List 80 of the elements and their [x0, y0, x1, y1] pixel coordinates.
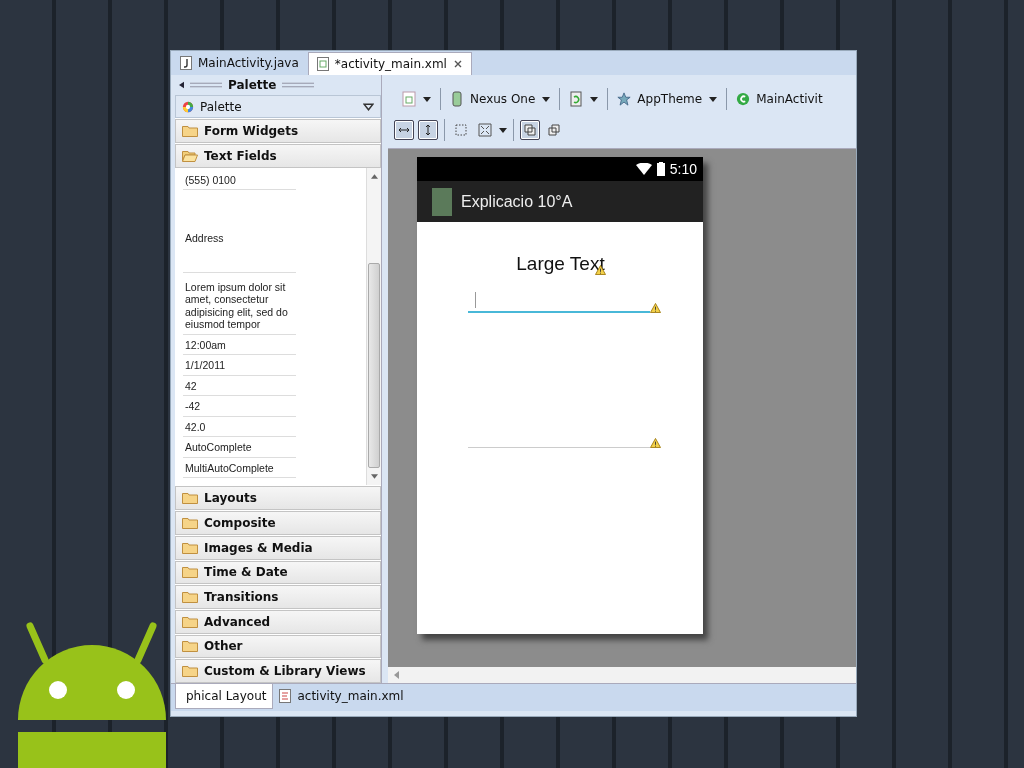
editor-tab[interactable]: MainActivity.java [171, 51, 308, 75]
folder-icon [182, 541, 198, 554]
device-dropdown[interactable]: Nexus One [450, 91, 536, 107]
palette-category[interactable]: Transitions [175, 585, 381, 609]
caret-icon[interactable] [423, 96, 431, 102]
palette-category[interactable]: Custom & Library Views [175, 659, 381, 684]
star-icon [617, 91, 632, 107]
palette-category[interactable]: Layouts [175, 486, 381, 511]
photo-placeholder [432, 187, 452, 216]
folder-icon [182, 566, 198, 579]
editor-mode-tab[interactable]: activity_main.xml [273, 684, 410, 708]
overlapping-squares-icon [547, 123, 561, 137]
folder-icon [182, 640, 198, 653]
palette-category[interactable]: Time & Date [175, 560, 381, 585]
expand-toggle[interactable] [520, 120, 540, 140]
collapse-arrow-icon[interactable] [179, 80, 184, 89]
text-input-field[interactable] [468, 289, 650, 313]
large-text[interactable]: Large Text [516, 253, 605, 275]
palette-dropdown[interactable]: Palette [175, 94, 381, 119]
close-icon[interactable] [452, 59, 463, 69]
folder-icon [182, 591, 198, 604]
horizontal-scrollbar[interactable] [388, 667, 856, 683]
palette-category[interactable]: Form Widgets [175, 119, 381, 144]
dashed-square-icon [454, 123, 468, 137]
theme-dropdown[interactable]: AppTheme [617, 91, 703, 107]
palette-widget[interactable]: (555) 0100 [183, 169, 296, 191]
folder-icon [182, 665, 198, 678]
color-wheel-icon [182, 99, 194, 114]
scroll-left-icon[interactable] [394, 671, 399, 679]
scroll-thumb[interactable] [368, 263, 380, 469]
folder-icon [182, 516, 198, 529]
zoom-fit-toggle[interactable] [475, 120, 495, 140]
palette-widget[interactable]: 42 [183, 375, 296, 397]
palette-category[interactable]: Text Fields [175, 144, 381, 168]
overlapping-squares-icon [523, 123, 537, 137]
palette-category[interactable]: Other [175, 634, 381, 659]
palette-widget[interactable]: 12:00am [183, 334, 296, 356]
warning-icon [650, 438, 661, 448]
grip-icon [190, 81, 222, 88]
palette-category[interactable]: Images & Media [175, 535, 381, 560]
palette-widget[interactable]: AutoComplete [183, 437, 296, 458]
palette-category[interactable]: Advanced [175, 609, 381, 634]
zoom-fit-icon [478, 123, 492, 137]
layout-file-icon [316, 57, 329, 71]
palette-category[interactable]: Composite [175, 511, 381, 535]
class-icon [736, 91, 751, 107]
battery-icon [656, 162, 665, 176]
editor-tab[interactable]: *activity_main.xml [307, 52, 472, 75]
grip-icon [282, 81, 315, 88]
dropdown-arrow-icon [363, 102, 374, 111]
app-title: Explicacio 10°A [461, 192, 573, 211]
caret-icon[interactable] [499, 127, 507, 133]
palette-widget[interactable]: 42.0 [183, 416, 296, 438]
folder-icon [182, 615, 198, 628]
wifi-icon [635, 163, 652, 175]
folder-icon [182, 125, 198, 138]
scroll-down-icon[interactable] [370, 474, 378, 480]
palette-widget[interactable]: MultiAutoComplete [183, 457, 296, 479]
palette-widget[interactable]: Lorem ipsum dolor sit amet, consectetur adipisicing elit, sed do eiusmod tempor [183, 272, 296, 335]
xml-file-icon [279, 689, 292, 703]
scroll-up-icon[interactable] [370, 173, 378, 179]
palette-widget[interactable]: -42 [183, 396, 296, 417]
palette-title: Palette [228, 77, 277, 92]
editor-mode-tab[interactable]: phical Layout [175, 684, 274, 709]
folder-icon [182, 492, 198, 505]
caret-icon[interactable] [590, 96, 599, 102]
caret-icon[interactable] [542, 96, 551, 102]
vertical-scrollbar[interactable] [366, 167, 381, 486]
java-file-icon [180, 56, 192, 70]
palette-widget[interactable]: Address [183, 190, 296, 273]
caret-icon[interactable] [709, 96, 718, 102]
fill-height-toggle[interactable] [418, 120, 438, 140]
rotate-icon[interactable] [569, 91, 584, 107]
fill-width-toggle[interactable] [394, 120, 414, 140]
open-folder-icon [182, 149, 198, 162]
phone-icon [450, 91, 464, 107]
palette-widget[interactable]: 1/1/2011 [183, 355, 296, 376]
activity-dropdown[interactable]: MainActivit [736, 91, 823, 107]
clock: 5:10 [669, 161, 697, 177]
warning-icon [650, 303, 661, 313]
